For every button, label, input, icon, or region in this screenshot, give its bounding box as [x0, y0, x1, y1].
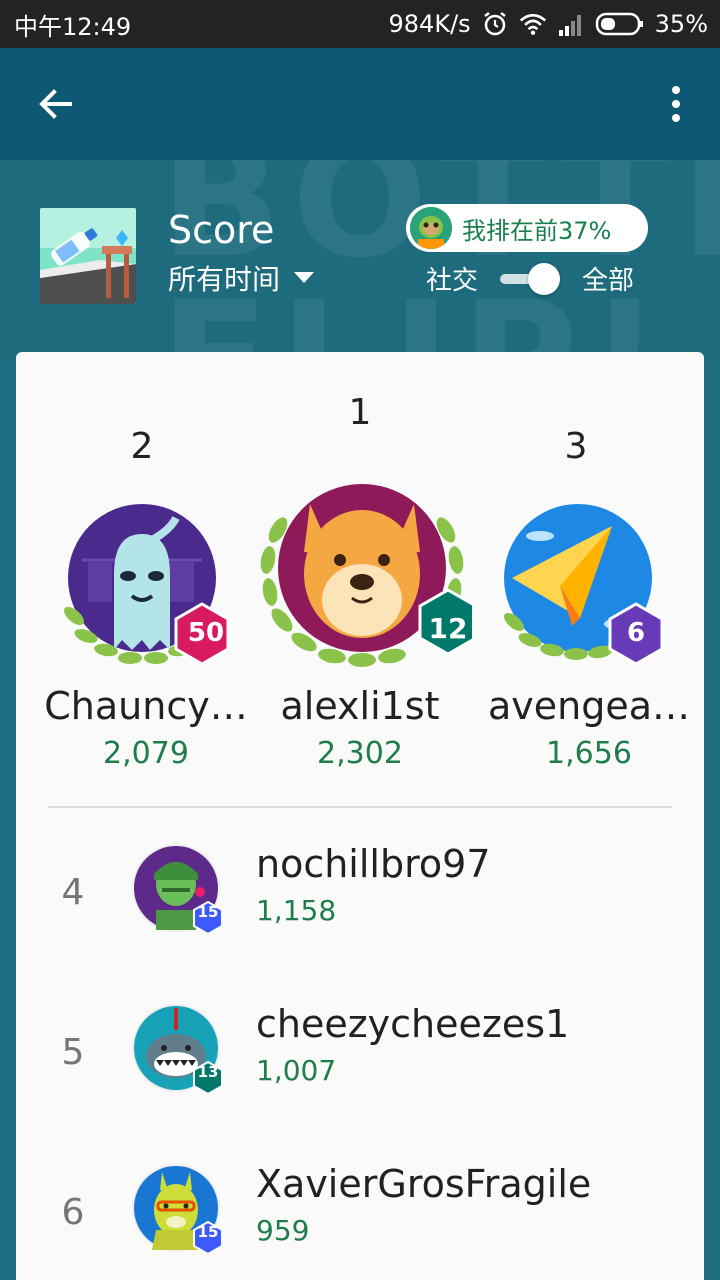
row-score: 1,007 — [256, 1054, 337, 1087]
leaderboard-header: BOTTLE FLIP! Score 所有时间 — [0, 160, 720, 360]
level-badge-2: 50 — [187, 618, 225, 648]
alarm-icon — [483, 12, 506, 36]
rank-percentile-text: 我排在前37% — [462, 216, 612, 245]
podium-name-3: avengea… — [487, 684, 691, 728]
network-speed: 984K/s — [388, 10, 471, 38]
row-level: 15 — [197, 1223, 219, 1241]
podium-rank-2: 2 — [130, 426, 154, 467]
more-vert-icon[interactable] — [660, 82, 692, 126]
status-indicators: 984K/s 35% — [389, 10, 708, 38]
row-rank: 4 — [61, 872, 85, 913]
toggle-label-social: 社交 — [426, 266, 479, 296]
signal-icon — [558, 15, 581, 36]
row-score: 959 — [256, 1214, 310, 1247]
podium-score-1: 2,302 — [317, 736, 403, 771]
list-item[interactable]: 6 15 XavierGrosFragile 959 — [16, 1152, 704, 1280]
scope-toggle-row: 社交 全部 — [426, 260, 634, 297]
toggle-label-all: 全部 — [582, 266, 635, 296]
podium-rank-1: 1 — [348, 392, 372, 433]
time-filter-dropdown[interactable]: 所有时间 — [168, 258, 315, 298]
rank-percentile-badge[interactable]: 我排在前37% — [406, 204, 648, 252]
row-name: nochillbro97 — [256, 842, 491, 886]
podium-name-2: Chauncy… — [44, 684, 248, 728]
podium-score-3: 1,656 — [546, 736, 632, 771]
row-rank: 6 — [61, 1192, 85, 1233]
player-avatar — [410, 207, 452, 249]
row-level: 13 — [197, 1063, 219, 1081]
social-all-toggle[interactable] — [496, 261, 564, 297]
time-filter-label: 所有时间 — [168, 263, 281, 296]
podium-name-1: alexli1st — [280, 684, 440, 728]
row-name: cheezycheezes1 — [256, 1002, 570, 1046]
dropdown-arrow-icon — [294, 272, 315, 283]
status-bar: 中午12:49 984K/s 35% — [0, 0, 720, 48]
row-level: 15 — [197, 903, 219, 921]
arrow-back-icon[interactable] — [34, 82, 78, 126]
toggle-thumb — [528, 262, 561, 295]
level-badge-3: 6 — [626, 618, 646, 648]
list-item[interactable]: 5 13 cheezycheezes1 1,007 — [16, 992, 704, 1142]
podium-rank-3: 3 — [564, 426, 588, 467]
row-score: 1,158 — [256, 894, 337, 927]
leaderboard-title: Score — [168, 208, 275, 252]
row-name: XavierGrosFragile — [256, 1162, 592, 1206]
row-rank: 5 — [61, 1032, 85, 1073]
list-item[interactable]: 4 15 nochillbro97 1,158 — [16, 832, 704, 982]
podium-score-2: 2,079 — [103, 736, 189, 771]
battery-percent: 35% — [654, 10, 708, 38]
status-time: 中午12:49 — [14, 12, 132, 41]
wifi-icon — [519, 13, 546, 35]
app-bar — [0, 48, 720, 160]
podium-divider — [48, 806, 672, 808]
game-thumbnail — [40, 208, 136, 304]
level-badge-1: 12 — [428, 612, 468, 645]
leaderboard-card: 2 50 Chauncy… 2,079 1 12 alexli1st 2,302… — [16, 352, 704, 1280]
battery-icon — [595, 12, 643, 36]
